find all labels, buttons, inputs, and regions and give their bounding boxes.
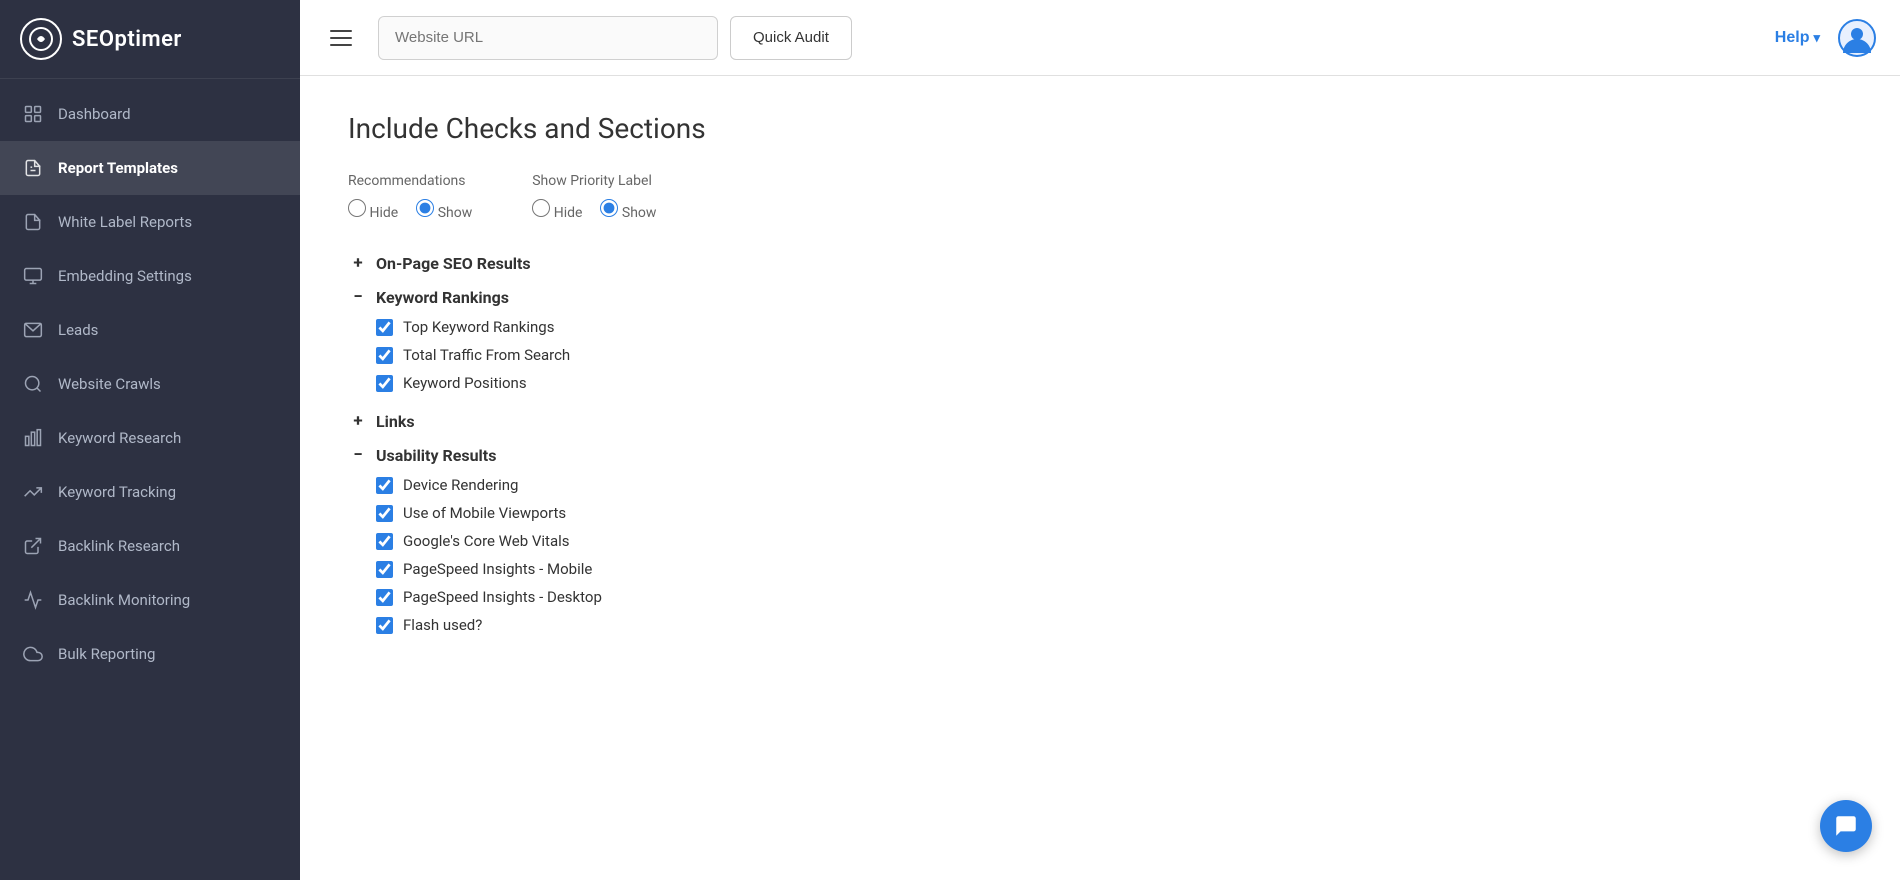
checkbox-pagespeed-desktop[interactable] bbox=[376, 589, 393, 606]
recommendations-show-radio[interactable] bbox=[416, 199, 434, 217]
sidebar-item-label: Embedding Settings bbox=[58, 267, 192, 285]
topbar: Quick Audit Help ▾ bbox=[300, 0, 1900, 76]
file-icon bbox=[22, 211, 44, 233]
sidebar-item-label: Report Templates bbox=[58, 159, 178, 177]
user-avatar[interactable] bbox=[1838, 19, 1876, 57]
sidebar-item-label: Leads bbox=[58, 321, 98, 339]
priority-hide-option[interactable]: Hide bbox=[532, 199, 582, 221]
content-area: Include Checks and Sections Recommendati… bbox=[300, 76, 1900, 880]
check-item-total-traffic: Total Traffic From Search bbox=[348, 341, 1852, 369]
checkbox-total-traffic[interactable] bbox=[376, 347, 393, 364]
check-item-pagespeed-mobile: PageSpeed Insights - Mobile bbox=[348, 555, 1852, 583]
sidebar-logo: SEOptimer bbox=[0, 0, 300, 79]
hamburger-button[interactable] bbox=[324, 24, 358, 52]
checkbox-mobile-viewports[interactable] bbox=[376, 505, 393, 522]
priority-radio-group: Hide Show bbox=[532, 199, 656, 231]
check-item-device-rendering: Device Rendering bbox=[348, 471, 1852, 499]
checkbox-flash-used[interactable] bbox=[376, 617, 393, 634]
sidebar-item-dashboard[interactable]: Dashboard bbox=[0, 87, 300, 141]
usability-results-toggle[interactable]: − Usability Results bbox=[348, 445, 1852, 465]
check-item-flash-used: Flash used? bbox=[348, 611, 1852, 639]
topbar-right: Help ▾ bbox=[1775, 19, 1876, 57]
keyword-rankings-toggle[interactable]: − Keyword Rankings bbox=[348, 287, 1852, 307]
options-row: Recommendations Hide Show Show Priority … bbox=[348, 173, 1852, 231]
check-item-pagespeed-desktop: PageSpeed Insights - Desktop bbox=[348, 583, 1852, 611]
recommendations-show-option[interactable]: Show bbox=[416, 199, 472, 221]
minus-icon-usability: − bbox=[348, 445, 368, 465]
mail-icon bbox=[22, 319, 44, 341]
activity-icon bbox=[22, 589, 44, 611]
sidebar-item-bulk-reporting[interactable]: Bulk Reporting bbox=[0, 627, 300, 681]
bar-chart-icon bbox=[22, 427, 44, 449]
sidebar-item-white-label-reports[interactable]: White Label Reports bbox=[0, 195, 300, 249]
minus-icon: − bbox=[348, 287, 368, 307]
trending-up-icon bbox=[22, 481, 44, 503]
checkbox-keyword-positions[interactable] bbox=[376, 375, 393, 392]
grid-icon bbox=[22, 103, 44, 125]
sidebar-item-label: Website Crawls bbox=[58, 375, 161, 393]
search-icon bbox=[22, 373, 44, 395]
sidebar-item-embedding-settings[interactable]: Embedding Settings bbox=[0, 249, 300, 303]
sidebar-item-keyword-tracking[interactable]: Keyword Tracking bbox=[0, 465, 300, 519]
sidebar-item-backlink-research[interactable]: Backlink Research bbox=[0, 519, 300, 573]
page-title: Include Checks and Sections bbox=[348, 112, 1852, 145]
external-link-icon bbox=[22, 535, 44, 557]
sidebar-item-label: Keyword Research bbox=[58, 429, 181, 447]
checkbox-top-keyword-rankings[interactable] bbox=[376, 319, 393, 336]
sidebar: SEOptimer Dashboard Report Templates Whi… bbox=[0, 0, 300, 880]
priority-label-label: Show Priority Label bbox=[532, 173, 656, 189]
logo-icon bbox=[20, 18, 62, 60]
priority-hide-radio[interactable] bbox=[532, 199, 550, 217]
sidebar-item-label: Backlink Monitoring bbox=[58, 591, 190, 609]
sidebar-item-label: White Label Reports bbox=[58, 213, 192, 231]
check-item-mobile-viewports: Use of Mobile Viewports bbox=[348, 499, 1852, 527]
plus-icon: + bbox=[348, 253, 368, 273]
help-button[interactable]: Help ▾ bbox=[1775, 29, 1820, 47]
main-area: Quick Audit Help ▾ Include Checks and Se… bbox=[300, 0, 1900, 880]
check-item-top-keyword-rankings: Top Keyword Rankings bbox=[348, 313, 1852, 341]
quick-audit-button[interactable]: Quick Audit bbox=[730, 16, 852, 60]
cloud-icon bbox=[22, 643, 44, 665]
priority-show-radio[interactable] bbox=[600, 199, 618, 217]
sidebar-nav: Dashboard Report Templates White Label R… bbox=[0, 79, 300, 880]
sidebar-item-backlink-monitoring[interactable]: Backlink Monitoring bbox=[0, 573, 300, 627]
priority-label-group: Show Priority Label Hide Show bbox=[532, 173, 656, 231]
chat-bubble-button[interactable] bbox=[1820, 800, 1872, 852]
sidebar-item-label: Backlink Research bbox=[58, 537, 180, 555]
sidebar-item-keyword-research[interactable]: Keyword Research bbox=[0, 411, 300, 465]
priority-show-option[interactable]: Show bbox=[600, 199, 656, 221]
sidebar-item-label: Keyword Tracking bbox=[58, 483, 176, 501]
check-item-core-web-vitals: Google's Core Web Vitals bbox=[348, 527, 1852, 555]
sidebar-item-label: Dashboard bbox=[58, 105, 131, 123]
recommendations-group: Recommendations Hide Show bbox=[348, 173, 472, 231]
checkbox-device-rendering[interactable] bbox=[376, 477, 393, 494]
recommendations-radio-group: Hide Show bbox=[348, 199, 472, 231]
sidebar-item-label: Bulk Reporting bbox=[58, 645, 155, 663]
recommendations-label: Recommendations bbox=[348, 173, 472, 189]
check-item-keyword-positions: Keyword Positions bbox=[348, 369, 1852, 397]
monitor-icon bbox=[22, 265, 44, 287]
url-input[interactable] bbox=[378, 16, 718, 60]
sidebar-item-report-templates[interactable]: Report Templates bbox=[0, 141, 300, 195]
recommendations-hide-option[interactable]: Hide bbox=[348, 199, 398, 221]
recommendations-hide-radio[interactable] bbox=[348, 199, 366, 217]
sidebar-item-website-crawls[interactable]: Website Crawls bbox=[0, 357, 300, 411]
on-page-seo-toggle[interactable]: + On-Page SEO Results bbox=[348, 253, 1852, 273]
logo-text: SEOptimer bbox=[72, 27, 182, 52]
links-toggle[interactable]: + Links bbox=[348, 411, 1852, 431]
chevron-down-icon: ▾ bbox=[1813, 30, 1820, 46]
plus-icon-links: + bbox=[348, 411, 368, 431]
sidebar-item-leads[interactable]: Leads bbox=[0, 303, 300, 357]
checkbox-pagespeed-mobile[interactable] bbox=[376, 561, 393, 578]
file-edit-icon bbox=[22, 157, 44, 179]
checkbox-core-web-vitals[interactable] bbox=[376, 533, 393, 550]
